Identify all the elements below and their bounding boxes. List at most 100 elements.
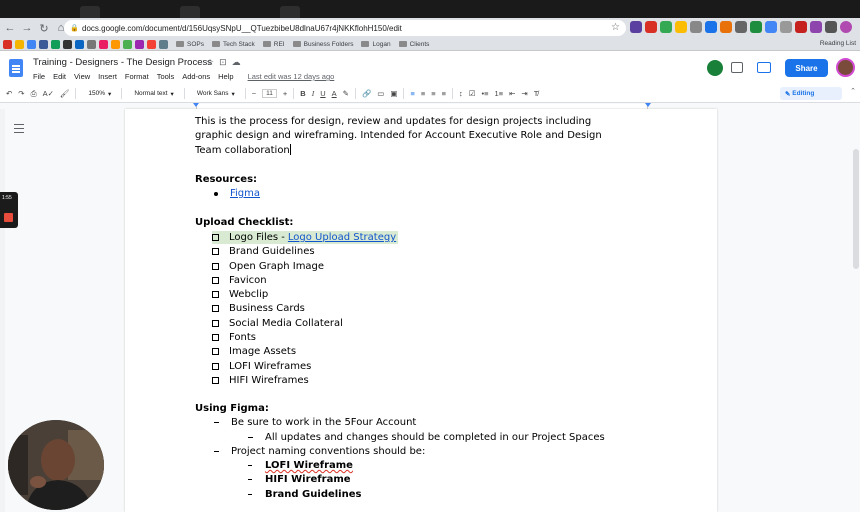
bookmark-icon[interactable] bbox=[75, 39, 84, 49]
checkbox-icon[interactable] bbox=[212, 277, 219, 284]
font-select[interactable]: Work Sans ▾ bbox=[193, 90, 239, 98]
vertical-scrollbar[interactable] bbox=[852, 109, 860, 512]
menu-file[interactable]: File bbox=[33, 72, 45, 81]
bookmark-icon[interactable] bbox=[87, 39, 96, 49]
increase-indent-icon[interactable]: ⇥ bbox=[521, 89, 527, 98]
extension-icon[interactable] bbox=[795, 21, 807, 33]
checkbox-icon[interactable] bbox=[212, 305, 219, 312]
cloud-status-icon[interactable]: ☁ bbox=[232, 57, 241, 68]
extension-icon[interactable] bbox=[645, 21, 657, 33]
back-icon[interactable]: ← bbox=[3, 21, 17, 35]
extension-icon[interactable] bbox=[675, 21, 687, 33]
justify-icon[interactable]: ≡ bbox=[442, 89, 446, 98]
style-select[interactable]: Normal text ▾ bbox=[130, 90, 178, 98]
figma-link[interactable]: Figma bbox=[230, 188, 260, 199]
intro-paragraph[interactable]: This is the process for design, review a… bbox=[195, 115, 635, 158]
checkbox-icon[interactable] bbox=[212, 234, 219, 241]
bulleted-list-icon[interactable]: •≡ bbox=[482, 89, 489, 98]
move-folder-icon[interactable]: ⊡ bbox=[219, 57, 227, 68]
add-comment-icon[interactable]: ▭ bbox=[377, 89, 384, 98]
align-right-icon[interactable]: ≡ bbox=[431, 89, 435, 98]
bookmark-folder-rei[interactable]: REI bbox=[262, 41, 285, 48]
bookmark-folder-business[interactable]: Business Folders bbox=[292, 41, 353, 48]
checkbox-icon[interactable] bbox=[212, 263, 219, 270]
checklist-item[interactable]: Fonts bbox=[212, 331, 256, 344]
numbered-list-icon[interactable]: 1≡ bbox=[495, 89, 504, 98]
extension-icon[interactable] bbox=[720, 21, 732, 33]
stop-recording-button[interactable] bbox=[4, 213, 13, 222]
share-button[interactable]: Share bbox=[785, 59, 828, 77]
reading-list[interactable]: Reading List bbox=[820, 40, 856, 47]
increase-font-size-button[interactable]: + bbox=[283, 89, 287, 98]
profile-icon[interactable] bbox=[840, 21, 852, 33]
document-body[interactable]: This is the process for design, review a… bbox=[195, 115, 635, 500]
checkbox-icon[interactable] bbox=[212, 334, 219, 341]
menu-format[interactable]: Format bbox=[125, 72, 149, 81]
document-outline-icon[interactable] bbox=[14, 124, 24, 133]
bold-button[interactable]: B bbox=[300, 89, 305, 98]
highlight-icon[interactable]: ✎ bbox=[343, 89, 349, 98]
bookmark-icon[interactable] bbox=[147, 39, 156, 49]
zoom-select[interactable]: 150% ▾ bbox=[84, 90, 115, 98]
extension-icon[interactable] bbox=[630, 21, 642, 33]
checkbox-icon[interactable] bbox=[212, 348, 219, 355]
print-icon[interactable]: ⎙ bbox=[31, 89, 37, 99]
document-page[interactable]: This is the process for design, review a… bbox=[125, 109, 717, 512]
menu-insert[interactable]: Insert bbox=[98, 72, 117, 81]
last-edit-link[interactable]: Last edit was 12 days ago bbox=[248, 72, 335, 81]
extension-icon[interactable] bbox=[735, 21, 747, 33]
star-icon[interactable]: ☆ bbox=[206, 57, 214, 68]
insert-image-icon[interactable]: ▣ bbox=[390, 89, 397, 98]
bookmark-icon[interactable] bbox=[123, 39, 132, 49]
bookmark-icon[interactable] bbox=[159, 39, 168, 49]
redo-icon[interactable]: ↷ bbox=[18, 89, 24, 98]
browser-tab[interactable] bbox=[280, 6, 300, 18]
bookmark-folder-logan[interactable]: Logan bbox=[361, 41, 391, 48]
account-avatar[interactable] bbox=[836, 58, 855, 77]
align-center-icon[interactable]: ≡ bbox=[421, 89, 425, 98]
reload-icon[interactable]: ↻ bbox=[37, 21, 51, 35]
checklist-item[interactable]: Image Assets bbox=[212, 345, 296, 358]
underline-button[interactable]: U bbox=[320, 89, 325, 98]
bookmark-icon[interactable] bbox=[111, 39, 120, 49]
bookmark-icon[interactable] bbox=[135, 39, 144, 49]
bookmark-folder-tech-stack[interactable]: Tech Stack bbox=[211, 41, 255, 48]
bookmark-icon[interactable] bbox=[15, 39, 24, 49]
menu-add-ons[interactable]: Add-ons bbox=[182, 72, 210, 81]
extension-icon[interactable] bbox=[765, 21, 777, 33]
bookmark-folder-sops[interactable]: SOPs bbox=[176, 41, 204, 48]
checklist-item[interactable]: Open Graph Image bbox=[212, 260, 324, 273]
menu-edit[interactable]: Edit bbox=[53, 72, 66, 81]
bookmark-icon[interactable] bbox=[51, 39, 60, 49]
checklist-item[interactable]: Logo Files - Logo Upload Strategy bbox=[212, 231, 399, 244]
forward-icon[interactable]: → bbox=[20, 21, 34, 35]
undo-icon[interactable]: ↶ bbox=[6, 89, 12, 98]
checklist-item[interactable]: Brand Guidelines bbox=[212, 245, 315, 258]
spellcheck-icon[interactable]: A✓ bbox=[43, 89, 54, 98]
present-icon[interactable] bbox=[757, 62, 771, 73]
right-indent-marker[interactable] bbox=[645, 103, 651, 107]
document-title[interactable]: Training - Designers - The Design Proces… bbox=[33, 57, 212, 68]
logo-upload-strategy-link[interactable]: Logo Upload Strategy bbox=[288, 232, 396, 243]
extension-icon[interactable] bbox=[810, 21, 822, 33]
checkbox-icon[interactable] bbox=[212, 320, 219, 327]
text-color-button[interactable]: A bbox=[332, 89, 337, 98]
editing-mode-select[interactable]: ✎ Editing bbox=[780, 87, 842, 100]
address-bar[interactable]: 🔒 docs.google.com/document/d/156UqsySNpU… bbox=[64, 20, 626, 36]
menu-view[interactable]: View bbox=[74, 72, 90, 81]
checkbox-icon[interactable] bbox=[212, 291, 219, 298]
meet-icon[interactable] bbox=[707, 60, 723, 76]
checkbox-icon[interactable] bbox=[212, 363, 219, 370]
extension-icon[interactable] bbox=[825, 21, 837, 33]
extension-icon[interactable] bbox=[750, 21, 762, 33]
bookmark-icon[interactable] bbox=[99, 39, 108, 49]
checklist-item[interactable]: Favicon bbox=[212, 274, 267, 287]
extension-icon[interactable] bbox=[705, 21, 717, 33]
font-size-input[interactable]: 11 bbox=[262, 89, 277, 98]
bookmark-icon[interactable] bbox=[27, 39, 36, 49]
extension-icon[interactable] bbox=[660, 21, 672, 33]
extension-icon[interactable] bbox=[690, 21, 702, 33]
checklist-item[interactable]: Business Cards bbox=[212, 302, 305, 315]
clear-formatting-icon[interactable]: T̸ bbox=[534, 89, 539, 98]
bookmark-icon[interactable] bbox=[63, 39, 72, 49]
